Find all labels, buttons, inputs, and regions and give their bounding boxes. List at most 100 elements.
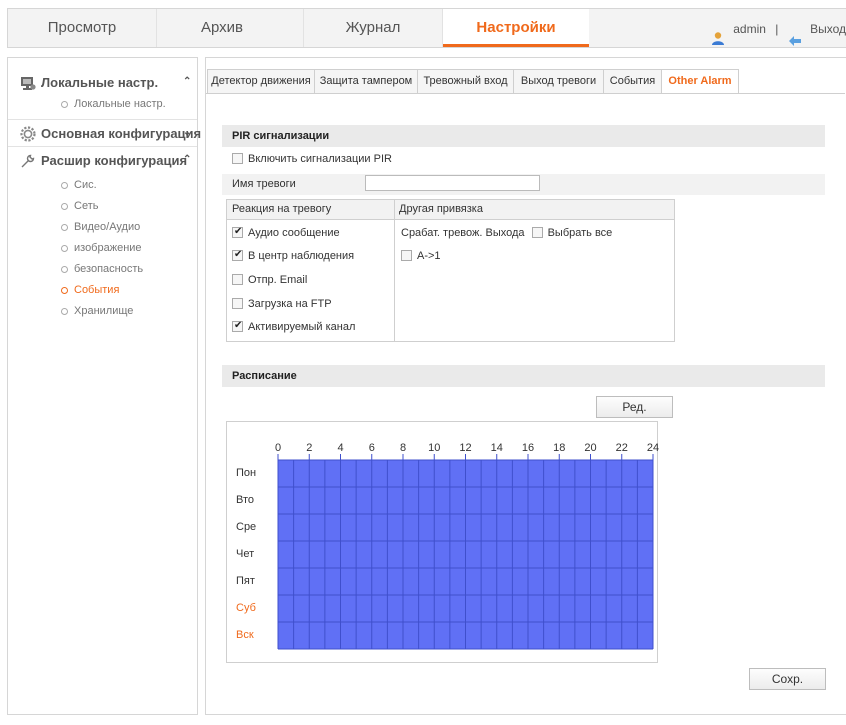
sidebar-item-security[interactable]: безопасность [61,263,143,281]
chevron-down-icon[interactable]: ⌄ [183,127,191,138]
sidebar-group-local-label: Локальные настр. [41,75,159,90]
checkbox[interactable] [232,249,243,261]
output-a1[interactable]: A->1 [401,250,441,262]
local-config-icon [20,75,36,91]
day-label: Суб [236,601,256,614]
user-icon [711,22,725,45]
bullet-icon [61,101,68,108]
bullet-icon [61,287,68,294]
hour-label: 6 [368,442,375,454]
alarm-name-label: Имя тревоги [232,178,296,190]
alarm-name-input[interactable] [365,175,540,191]
nav-tab-settings[interactable]: Настройки [443,9,589,47]
logout-link[interactable]: Выход [810,10,846,48]
day-label: Чет [236,547,255,560]
checkbox[interactable] [232,226,243,238]
main-panel: Детектор движения Защита тампером Тревож… [205,57,846,715]
divider [8,146,197,147]
hour-label: 22 [615,442,628,454]
tab-motion-detection[interactable]: Детектор движения [207,69,315,94]
checkbox[interactable] [232,274,243,285]
nav-tab-preview[interactable]: Просмотр [8,9,157,47]
chevron-up-icon[interactable]: ⌃ [183,76,191,87]
linkage-table: Реакция на тревогу Другая привязка Аудио… [226,199,675,342]
wrench-icon [20,153,36,169]
sidebar-item-storage[interactable]: Хранилище [61,305,133,323]
save-button[interactable]: Сохр. [749,668,826,690]
reaction-label: В центр наблюдения [248,250,355,262]
alarm-name-row: Имя тревоги [222,174,825,195]
reaction-label: Отпр. Email [248,274,308,286]
bullet-icon [61,308,68,315]
select-all-checkbox[interactable] [531,227,543,238]
day-label: Пят [236,574,255,587]
tab-alarm-input[interactable]: Тревожный вход [417,69,514,94]
sidebar-group-local[interactable]: Локальные настр. ⌃ [8,72,197,94]
hour-label: 16 [521,442,535,454]
hour-label: 14 [490,442,503,454]
nav-tab-archive[interactable]: Архив [157,9,304,47]
sidebar-item-label: Сеть [74,200,99,212]
select-all-label[interactable]: Выбрать все [548,227,613,239]
schedule-grid[interactable] [277,454,657,650]
tab-events[interactable]: События [603,69,662,94]
sidebar-item-label: безопасность [74,263,144,275]
sidebar-item-image[interactable]: изображение [61,242,142,260]
reaction-send-email[interactable]: Отпр. Email [232,274,307,286]
tab-other-alarm[interactable]: Other Alarm [661,69,739,94]
checkbox[interactable] [232,298,243,309]
sidebar-group-basic-label: Основная конфигурация [41,126,202,141]
tab-alarm-output[interactable]: Выход тревоги [513,69,604,94]
reaction-label: Загрузка на FTP [248,298,332,310]
sidebar-item-label: Хранилище [74,305,134,317]
output-label: A->1 [417,250,441,262]
schedule-section-title: Расписание [222,365,825,387]
edit-schedule-button[interactable]: Ред. [596,396,673,418]
sidebar-item-label: Видео/Аудио [74,221,141,233]
reaction-trigger-channel[interactable]: Активируемый канал [232,320,356,333]
reaction-notify-center[interactable]: В центр наблюдения [232,249,355,262]
checkbox[interactable] [232,153,243,164]
chevron-up-icon[interactable]: ⌃ [183,154,191,165]
reaction-label: Активируемый канал [248,321,356,333]
hour-label: 0 [274,442,282,454]
sidebar-group-advanced[interactable]: Расшир конфигурация ⌃ [8,150,197,172]
sidebar-item-video-audio[interactable]: Видео/Аудио [61,221,140,239]
enable-pir-checkbox[interactable]: Включить сигнализации PIR [232,153,392,165]
trigger-output-row: Срабат. тревож. Выхода Выбрать все [401,227,612,239]
sidebar-item-network[interactable]: Сеть [61,200,98,218]
enable-pir-label: Включить сигнализации PIR [248,153,392,165]
schedule-grid-box: 0 2 4 6 8 10 12 14 16 18 20 22 24 Пон Вто Сре Чет Пят Суб… [226,421,659,663]
day-label: Пон [236,466,257,479]
reaction-ftp-upload[interactable]: Загрузка на FTP [232,298,332,310]
reaction-header: Реакция на тревогу [227,200,394,220]
sidebar-item-local-settings[interactable]: Локальные настр. [61,98,166,116]
username-link[interactable]: admin [733,10,766,48]
checkbox[interactable] [401,250,412,261]
sidebar-item-label: Сис. [74,179,97,191]
tab-bar-divider [206,93,845,94]
nav-tab-log[interactable]: Журнал [304,9,443,47]
reaction-audio-alert[interactable]: Аудио сообщение [232,226,340,239]
day-label: Вск [236,628,254,641]
sidebar-item-events[interactable]: События [61,284,119,302]
hour-label: 8 [399,442,407,454]
hour-label: 10 [428,442,441,454]
top-navigation-bar: Просмотр Архив Журнал Настройки admin | … [7,8,846,48]
bullet-icon [61,203,68,210]
bullet-icon [61,224,68,231]
checkbox[interactable] [232,320,243,332]
sidebar-group-advanced-label: Расшир конфигурация [41,153,188,168]
hour-label: 4 [337,442,344,454]
logout-icon[interactable] [788,23,804,46]
divider [8,119,197,120]
hour-label: 18 [553,442,566,454]
bullet-icon [61,266,68,273]
reaction-label: Аудио сообщение [248,227,340,239]
sidebar-group-basic[interactable]: Основная конфигурация ⌄ [8,123,201,145]
sidebar-item-system[interactable]: Сис. [61,179,97,197]
tab-tamper-protection[interactable]: Защита тампером [314,69,418,94]
user-separator: | [775,21,779,36]
sidebar: Локальные настр. ⌃ Локальные настр. Осно… [7,57,201,715]
hour-label: 20 [584,442,597,454]
